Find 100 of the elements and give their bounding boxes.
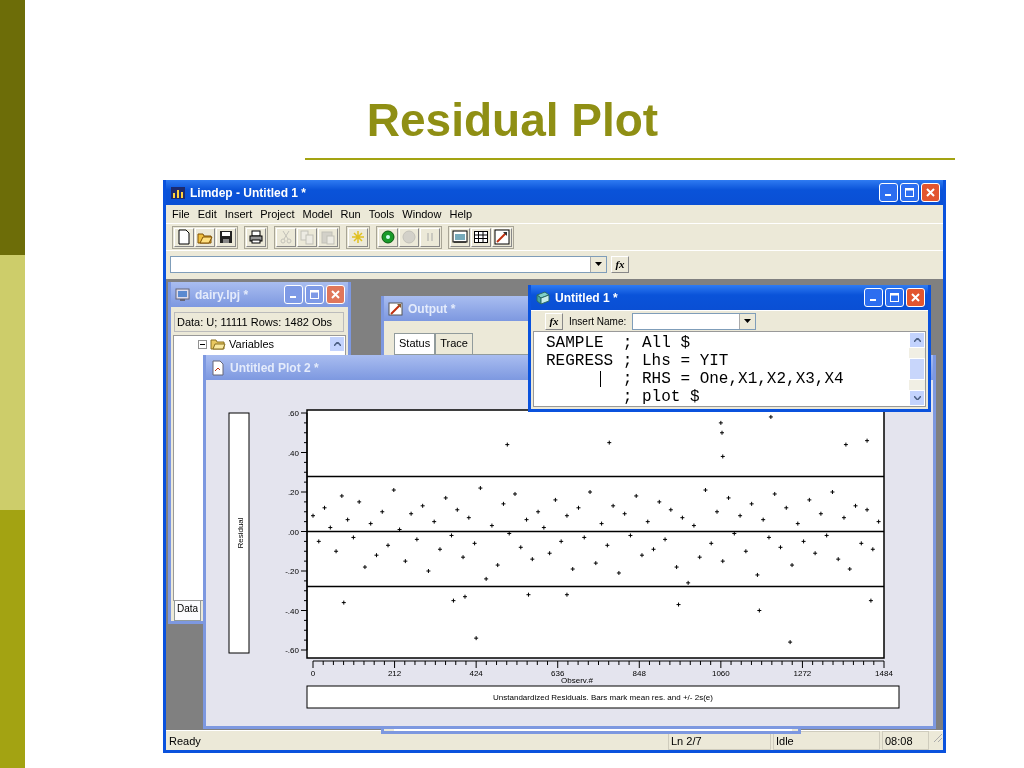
data-point <box>645 519 651 525</box>
pen-icon <box>388 300 404 317</box>
toolbar-button[interactable] <box>492 227 512 247</box>
tab[interactable]: Trace <box>435 333 473 354</box>
data-point <box>801 538 807 544</box>
save-icon <box>218 229 234 245</box>
scroll-down-button[interactable] <box>909 390 925 406</box>
scroll-up-button[interactable] <box>329 336 345 352</box>
data-point <box>737 513 743 519</box>
data-point <box>639 552 645 558</box>
star-icon <box>350 229 366 245</box>
stop-icon <box>401 229 417 245</box>
data-point <box>702 487 708 493</box>
dropdown-arrow-icon <box>595 262 602 266</box>
close-icon <box>911 293 920 302</box>
combo-box[interactable] <box>632 312 757 330</box>
data-point <box>676 602 682 608</box>
maximize-button[interactable] <box>885 288 904 307</box>
copy-icon <box>299 229 315 245</box>
maximize-button[interactable] <box>900 183 919 202</box>
data-point <box>766 534 772 540</box>
printer-icon <box>248 229 264 245</box>
tick-label: 1272 <box>793 669 812 678</box>
data-point <box>843 442 849 448</box>
data-point <box>564 513 570 519</box>
toolbar-button[interactable] <box>471 227 491 247</box>
toolbar-button[interactable] <box>450 227 470 247</box>
status-text: Idle <box>773 731 880 750</box>
data-point <box>868 598 874 604</box>
data-point <box>374 552 379 558</box>
code-line: REGRESS ; Lhs = YIT <box>546 352 729 370</box>
data-point <box>691 523 697 529</box>
data-point <box>685 580 691 586</box>
expander-box[interactable] <box>198 339 207 349</box>
tick-label: .60 <box>287 409 299 418</box>
data-point <box>397 527 403 533</box>
close-button[interactable] <box>921 183 940 202</box>
menu-item[interactable]: Model <box>298 208 337 220</box>
menu-item[interactable]: File <box>168 208 194 220</box>
data-point <box>472 540 478 546</box>
function-button[interactable]: fx <box>545 312 563 330</box>
tab[interactable]: Status <box>394 333 436 354</box>
data-point <box>443 495 449 501</box>
minimize-button[interactable] <box>879 183 898 202</box>
field-label: Insert Name: <box>569 315 627 327</box>
minimize-button[interactable] <box>864 288 883 307</box>
menu-item[interactable]: Project <box>256 208 299 220</box>
data-point <box>726 495 732 501</box>
minus-icon <box>200 341 205 347</box>
tree-item[interactable]: Variables <box>229 338 275 350</box>
data-point <box>385 542 391 548</box>
menu-item[interactable]: Insert <box>220 208 257 220</box>
axis-label: Observ.# <box>561 676 593 685</box>
close-icon <box>331 290 340 299</box>
function-button[interactable]: fx <box>611 255 629 273</box>
data-point <box>824 532 830 538</box>
data-point <box>362 564 368 570</box>
menu-item[interactable]: Edit <box>193 208 221 220</box>
toolbar-button[interactable] <box>378 227 398 247</box>
maximize-icon <box>905 188 914 197</box>
data-point <box>679 515 685 521</box>
data-point <box>504 442 510 448</box>
tick-label: 848 <box>632 669 646 678</box>
data-point <box>535 509 541 515</box>
data-point <box>610 503 616 509</box>
data-point <box>462 594 468 600</box>
data-point <box>477 485 483 491</box>
data-point <box>789 562 795 568</box>
data-point <box>749 501 755 507</box>
data-point <box>787 639 793 645</box>
data-point <box>876 519 882 525</box>
paste-icon <box>320 229 336 245</box>
panel-tab[interactable]: Data <box>174 601 202 621</box>
window-title: Limdep - Untitled 1 * <box>190 185 306 200</box>
data-point <box>604 542 610 548</box>
data-point <box>466 515 472 521</box>
chart-label: Residual <box>236 517 245 549</box>
data-point <box>310 513 316 519</box>
window-title: dairy.lpj * <box>195 287 249 302</box>
toolbar-button[interactable] <box>216 227 236 247</box>
combo-box[interactable] <box>170 255 607 273</box>
toolbar-button[interactable] <box>246 227 266 247</box>
menu-item[interactable]: Tools <box>364 208 399 220</box>
data-point <box>552 497 558 503</box>
tick-label: -.40 <box>285 606 299 616</box>
data-point <box>460 554 466 560</box>
scroll-thumb[interactable] <box>909 358 925 380</box>
data-point <box>731 531 737 536</box>
data-point <box>870 546 876 552</box>
data-point <box>835 556 841 562</box>
document-icon <box>210 359 226 376</box>
menu-item[interactable]: Window <box>398 208 446 220</box>
scroll-up-button[interactable] <box>909 332 925 348</box>
data-point <box>558 538 564 544</box>
data-point <box>818 511 824 517</box>
data-point <box>768 414 774 420</box>
menu-item[interactable]: Run <box>336 208 365 220</box>
data-point <box>662 536 668 542</box>
menu-item[interactable]: Help <box>445 208 477 220</box>
close-button[interactable] <box>906 288 925 307</box>
